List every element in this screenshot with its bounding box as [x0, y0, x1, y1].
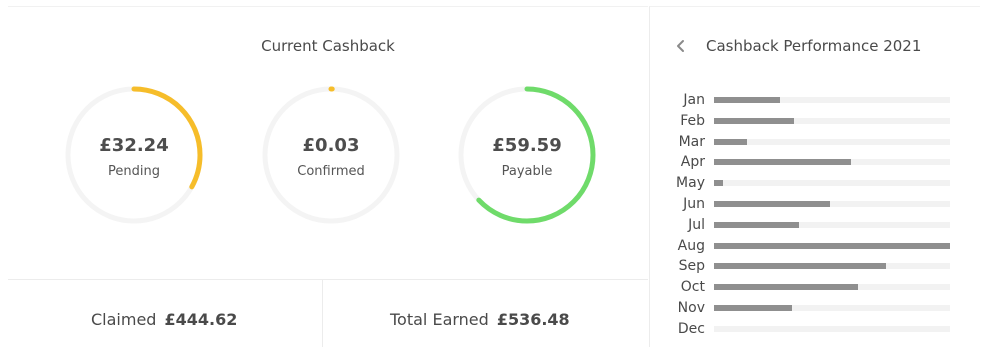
month-bar-track — [714, 242, 950, 249]
month-bar — [714, 138, 748, 145]
month-bar — [714, 242, 950, 249]
month-label: Jan — [683, 92, 705, 108]
month-label: Dec — [677, 320, 705, 337]
month-label: Mar — [678, 133, 705, 150]
month-bar-track — [714, 180, 950, 187]
month-bar-track — [714, 159, 950, 166]
payable-amount: £59.59 — [492, 135, 562, 156]
month-label: Feb — [680, 112, 705, 129]
month-row: Apr — [650, 153, 980, 173]
month-bar — [714, 201, 830, 207]
month-bar — [714, 97, 781, 103]
month-row: Feb — [650, 112, 980, 132]
month-row: Mar — [650, 133, 980, 153]
month-row: Dec — [650, 320, 980, 340]
month-label: May — [676, 175, 705, 192]
month-row: Nov — [650, 299, 980, 319]
month-label: Jun — [683, 196, 705, 212]
month-row: May — [650, 174, 980, 194]
month-bar-track — [714, 117, 950, 124]
confirmed-gauge: £0.03 Confirmed — [259, 83, 403, 227]
pending-gauge: £32.24 Pending — [62, 83, 206, 227]
claimed-amount: £444.62 — [164, 310, 238, 329]
month-bar — [714, 159, 851, 166]
payable-label: Payable — [501, 164, 553, 179]
month-label: Jul — [688, 216, 705, 233]
month-bar — [714, 305, 792, 311]
chevron-left-icon[interactable] — [674, 38, 688, 54]
month-label: Sep — [678, 258, 705, 275]
month-bar — [714, 284, 858, 291]
month-bar — [714, 221, 799, 228]
month-bar-track — [714, 97, 950, 103]
month-bar — [714, 180, 724, 187]
total-earned-label: Total Earned — [390, 310, 489, 329]
claimed-stat: Claimed £444.62 — [91, 310, 237, 329]
month-row: Jul — [650, 216, 980, 236]
claimed-label: Claimed — [91, 310, 157, 329]
month-label: Oct — [680, 279, 705, 296]
current-cashback-panel: Current Cashback £32.24 Pending £0.03 Co… — [8, 6, 648, 347]
total-earned-stat: Total Earned £536.48 — [390, 310, 570, 329]
pending-amount: £32.24 — [99, 135, 169, 156]
month-bar — [714, 263, 887, 270]
totals-separator — [322, 280, 323, 347]
month-bar-track — [714, 305, 950, 311]
month-bar-track — [714, 201, 950, 207]
month-row: Oct — [650, 278, 980, 298]
month-bar-track — [714, 263, 950, 270]
month-bar-track — [714, 138, 950, 145]
month-row: Sep — [650, 257, 980, 277]
month-label: Nov — [677, 300, 705, 316]
performance-title: Cashback Performance 2021 — [706, 37, 922, 55]
total-earned-amount: £536.48 — [496, 310, 570, 329]
current-cashback-title: Current Cashback — [261, 37, 395, 55]
pending-label: Pending — [108, 164, 160, 179]
confirmed-label: Confirmed — [297, 164, 365, 179]
confirmed-amount: £0.03 — [302, 135, 360, 156]
totals-divider — [8, 279, 648, 280]
month-bar-track — [714, 284, 950, 291]
month-bar-track — [714, 221, 950, 228]
payable-gauge: £59.59 Payable — [455, 83, 599, 227]
performance-panel: Cashback Performance 2021 Jan Feb Mar Apr Ma… — [649, 6, 980, 347]
month-row: Aug — [650, 237, 980, 257]
month-bar-track — [714, 325, 950, 332]
month-bar — [714, 117, 795, 124]
month-label: Aug — [677, 237, 705, 254]
month-label: Apr — [680, 154, 705, 171]
month-row: Jan — [650, 91, 980, 111]
month-row: Jun — [650, 195, 980, 215]
